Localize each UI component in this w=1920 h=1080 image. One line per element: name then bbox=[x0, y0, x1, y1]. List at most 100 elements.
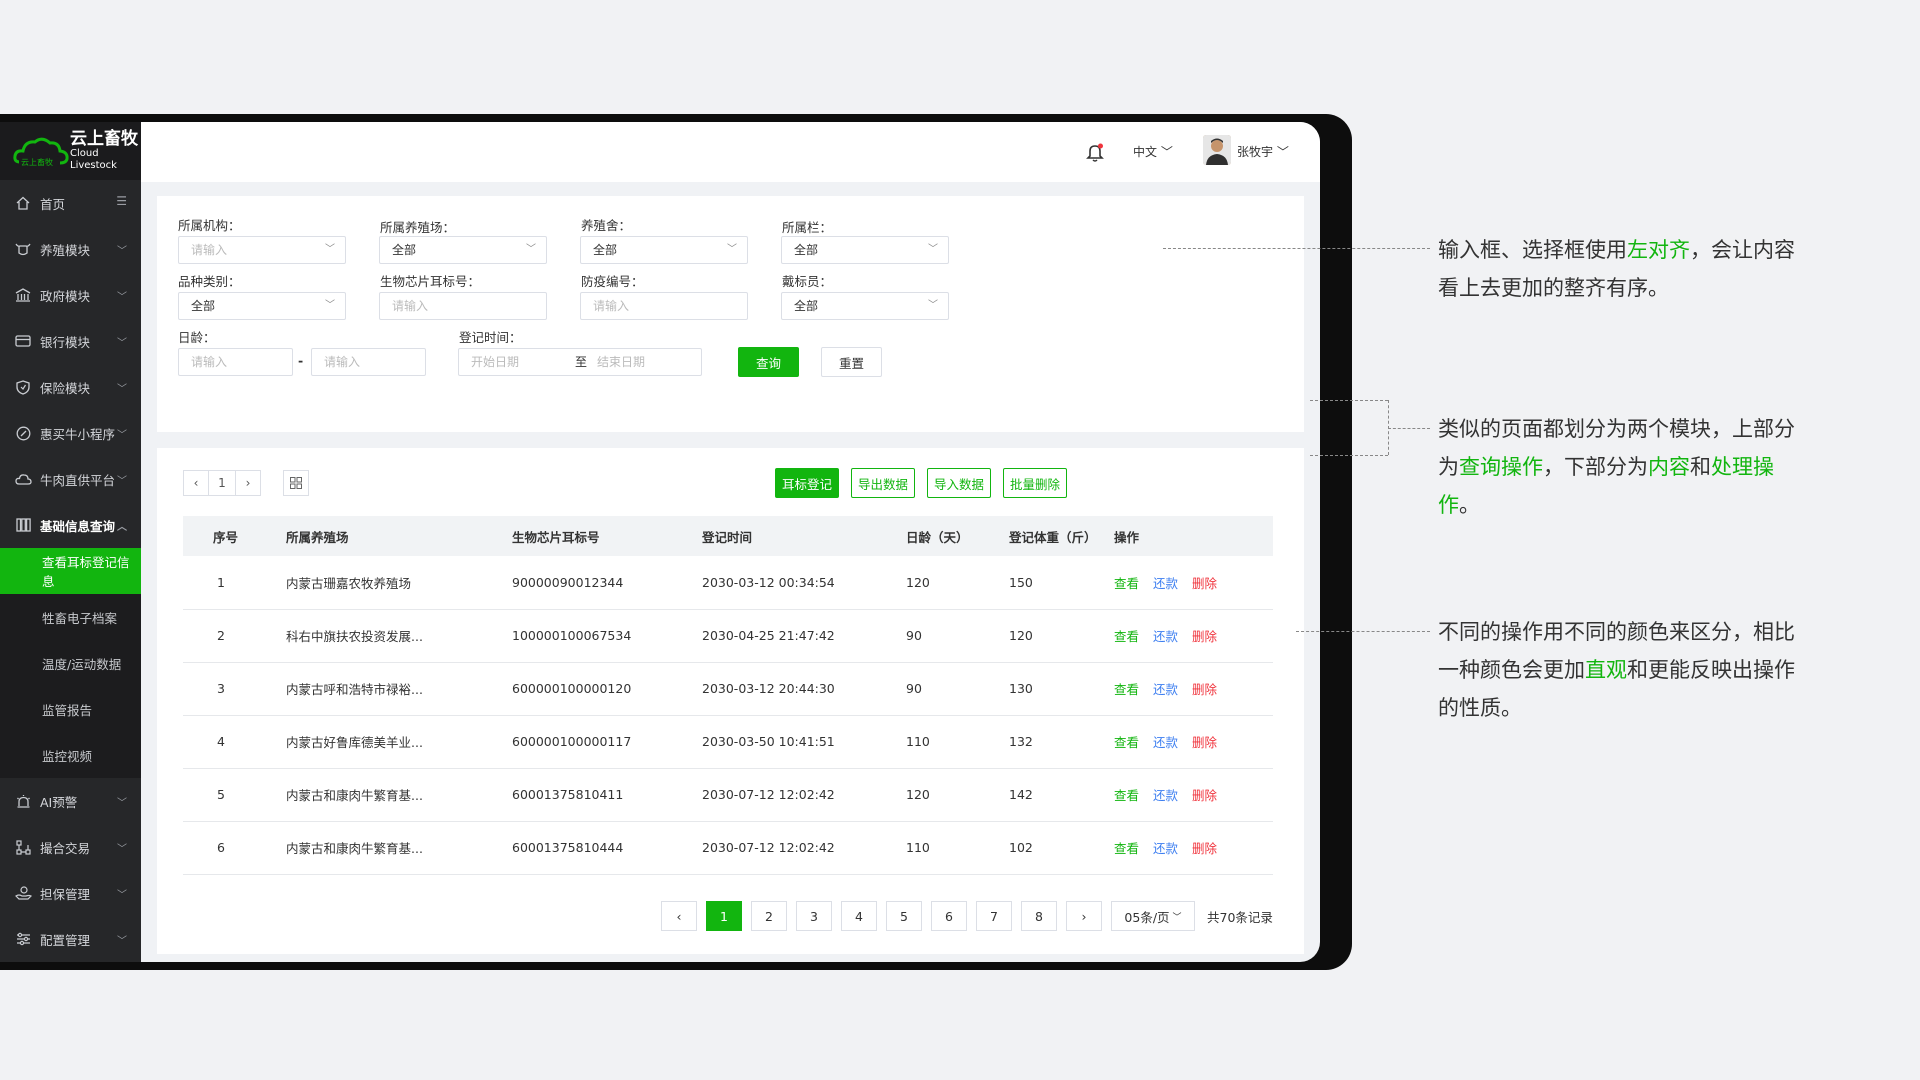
farm-select[interactable]: 全部 ﹀ bbox=[379, 236, 547, 264]
sidebar-item[interactable]: 担保管理 ﹀ bbox=[0, 870, 141, 916]
page-button[interactable]: 5 bbox=[886, 901, 922, 931]
chevron-down-icon: ﹀ bbox=[928, 244, 938, 255]
notification-bell-icon[interactable] bbox=[1084, 141, 1106, 163]
sidebar-item[interactable]: 撮合交易 ﹀ bbox=[0, 824, 141, 870]
cell-weight: 150 bbox=[1009, 574, 1033, 590]
annotation-1: 输入框、选择框使用左对齐，会让内容看上去更加的整齐有序。 bbox=[1438, 231, 1798, 307]
import-data-button[interactable]: 导入数据 bbox=[927, 468, 991, 498]
cell-actions: 查看 还款 删除 bbox=[1113, 768, 1273, 821]
ear-tag-register-button[interactable]: 耳标登记 bbox=[775, 468, 839, 498]
home-icon bbox=[14, 194, 32, 212]
sidebar-item[interactable]: 政府模块 ﹀ bbox=[0, 272, 141, 318]
sidebar-item-label: 首页 bbox=[40, 196, 66, 212]
page-button[interactable]: 6 bbox=[931, 901, 967, 931]
annotation-highlight: 左对齐 bbox=[1627, 238, 1690, 262]
table-row: 4 内蒙古好鲁库德美羊业... 600000100000117 2030-03-50 … bbox=[183, 715, 1273, 768]
annotation-text: 。 bbox=[1459, 493, 1480, 517]
sidebar-item[interactable]: 保险模块 ﹀ bbox=[0, 364, 141, 410]
cell-age: 120 bbox=[906, 787, 930, 802]
chevron-right-icon[interactable]: › bbox=[235, 470, 261, 496]
page-size-select[interactable]: 05条/页 ﹀ bbox=[1111, 901, 1195, 931]
cell-chip: 100000100067534 bbox=[512, 628, 632, 643]
link-icon bbox=[14, 424, 32, 442]
sidebar-subitem[interactable]: 查看耳标登记信息 bbox=[0, 548, 141, 594]
prev-page-icon[interactable]: ‹ bbox=[661, 901, 697, 931]
batch-delete-button[interactable]: 批量删除 bbox=[1003, 468, 1067, 498]
view-link[interactable]: 查看 bbox=[1114, 841, 1139, 856]
grid-view-icon[interactable] bbox=[283, 470, 309, 496]
cell-actions: 查看 还款 删除 bbox=[1113, 821, 1273, 874]
next-page-icon[interactable]: › bbox=[1066, 901, 1102, 931]
delete-link[interactable]: 删除 bbox=[1192, 788, 1217, 803]
page-button[interactable]: 3 bbox=[796, 901, 832, 931]
age-from-input[interactable]: 请输入 bbox=[178, 348, 293, 376]
sidebar-item[interactable]: AI预警 ﹀ bbox=[0, 778, 141, 824]
avatar[interactable] bbox=[1203, 135, 1231, 165]
chevron-down-icon: ﹀ bbox=[1172, 912, 1182, 923]
sidebar-item[interactable]: 配置管理 ﹀ bbox=[0, 916, 141, 962]
sidebar-item[interactable]: 银行模块 ﹀ bbox=[0, 318, 141, 364]
delete-link[interactable]: 删除 bbox=[1192, 841, 1217, 856]
language-select[interactable]: 中文 ﹀ bbox=[1133, 143, 1173, 160]
brand-logo[interactable]: 云上畜牧 云上畜牧 Cloud Livestock bbox=[0, 122, 141, 180]
barn-select[interactable]: 全部 ﹀ bbox=[580, 236, 748, 264]
page-button[interactable]: 7 bbox=[976, 901, 1012, 931]
view-link[interactable]: 查看 bbox=[1114, 629, 1139, 644]
date-range-picker[interactable]: 开始日期 至 结束日期 bbox=[458, 348, 702, 376]
view-link[interactable]: 查看 bbox=[1114, 788, 1139, 803]
repay-link[interactable]: 还款 bbox=[1153, 735, 1178, 750]
farm-label: 所属养殖场： bbox=[380, 220, 456, 235]
cell-farm: 内蒙古珊嘉农牧养殖场 bbox=[286, 575, 412, 591]
pen-select[interactable]: 全部 ﹀ bbox=[781, 236, 949, 264]
delete-link[interactable]: 删除 bbox=[1192, 682, 1217, 697]
user-menu[interactable]: 张牧宇 ﹀ bbox=[1237, 143, 1289, 160]
card-icon bbox=[14, 332, 32, 350]
pen-value: 全部 bbox=[794, 243, 819, 257]
shield-icon bbox=[14, 378, 32, 396]
repay-link[interactable]: 还款 bbox=[1153, 841, 1178, 856]
view-link[interactable]: 查看 bbox=[1114, 576, 1139, 591]
view-link[interactable]: 查看 bbox=[1114, 735, 1139, 750]
chevron-left-icon[interactable]: ‹ bbox=[183, 470, 209, 496]
page-button[interactable]: 2 bbox=[751, 901, 787, 931]
breed-select[interactable]: 全部 ﹀ bbox=[178, 292, 346, 320]
cell-actions: 查看 还款 删除 bbox=[1113, 662, 1273, 715]
cell-time: 2030-03-12 20:44:30 bbox=[702, 681, 835, 696]
cell-no: 4 bbox=[217, 734, 225, 749]
sidebar-subitem[interactable]: 监管报告 bbox=[0, 686, 141, 732]
cell-age: 90 bbox=[906, 681, 922, 696]
sidebar-item[interactable]: 基础信息查询 ︿ bbox=[0, 502, 141, 548]
export-data-button[interactable]: 导出数据 bbox=[851, 468, 915, 498]
sliders-icon bbox=[14, 930, 32, 948]
epidemic-input[interactable]: 请输入 bbox=[580, 292, 748, 320]
delete-link[interactable]: 删除 bbox=[1192, 576, 1217, 591]
page-button[interactable]: 8 bbox=[1021, 901, 1057, 931]
chip-input[interactable]: 请输入 bbox=[379, 292, 547, 320]
tagger-select[interactable]: 全部 ﹀ bbox=[781, 292, 949, 320]
age-to-input[interactable]: 请输入 bbox=[311, 348, 426, 376]
sidebar-subitem[interactable]: 牲畜电子档案 bbox=[0, 594, 141, 640]
sidebar-item[interactable]: 惠买牛小程序 ﹀ bbox=[0, 410, 141, 456]
view-link[interactable]: 查看 bbox=[1114, 682, 1139, 697]
page-button[interactable]: 1 bbox=[706, 901, 742, 931]
sidebar-subitem[interactable]: 监控视频 bbox=[0, 732, 141, 778]
delete-link[interactable]: 删除 bbox=[1192, 629, 1217, 644]
sidebar-item-label: 基础信息查询 bbox=[40, 518, 116, 534]
reset-button[interactable]: 重置 bbox=[821, 347, 882, 377]
sidebar-subitem[interactable]: 温度/运动数据 bbox=[0, 640, 141, 686]
repay-link[interactable]: 还款 bbox=[1153, 682, 1178, 697]
repay-link[interactable]: 还款 bbox=[1153, 629, 1178, 644]
org-select[interactable]: 请输入 ﹀ bbox=[178, 236, 346, 264]
cell-age: 110 bbox=[906, 734, 930, 749]
sidebar-item-label: 保险模块 bbox=[40, 380, 91, 396]
repay-link[interactable]: 还款 bbox=[1153, 788, 1178, 803]
epidemic-placeholder: 请输入 bbox=[593, 299, 630, 313]
sidebar-item[interactable]: 首页 ☰ bbox=[0, 180, 141, 226]
sidebar-item[interactable]: 养殖模块 ﹀ bbox=[0, 226, 141, 272]
search-button[interactable]: 查询 bbox=[738, 347, 799, 377]
sidebar-item[interactable]: 牛肉直供平台 ﹀ bbox=[0, 456, 141, 502]
repay-link[interactable]: 还款 bbox=[1153, 576, 1178, 591]
page-button[interactable]: 4 bbox=[841, 901, 877, 931]
delete-link[interactable]: 删除 bbox=[1192, 735, 1217, 750]
chevron-down-icon: ﹀ bbox=[117, 292, 127, 303]
